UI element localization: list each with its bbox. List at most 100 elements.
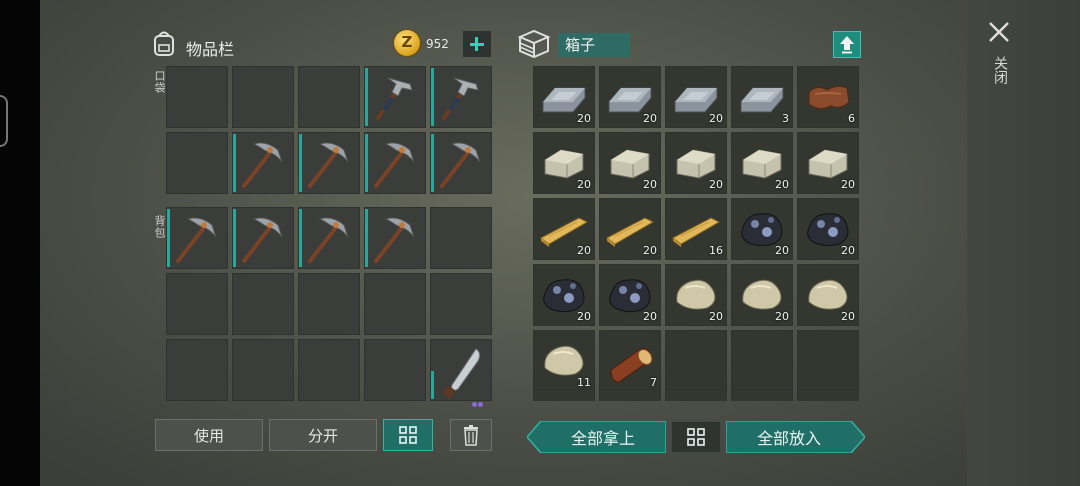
item-quantity: 3 [782,112,789,125]
backpack-icon [154,31,174,56]
chest.slots-slot[interactable]: 7 [599,330,661,392]
chest-icon [517,29,551,59]
chest.slots-slot[interactable] [731,330,793,392]
use-button[interactable]: 使用 [155,419,263,451]
inventory.backpack_slots-slot[interactable] [364,339,426,401]
hammer-icon [442,77,479,120]
pickaxe-icon [308,217,349,263]
chest.slots-slot[interactable]: 20 [599,198,661,260]
chest.slots-slot[interactable]: 20 [797,264,859,326]
inventory.backpack_slots-slot[interactable] [232,339,294,401]
chest.slots-slot[interactable] [797,330,859,392]
split-button[interactable]: 分开 [269,419,377,451]
inventory-title: 物品栏 [186,40,235,59]
sort-chest-button[interactable] [671,421,721,453]
inventory.pocket_slots-slot[interactable] [364,66,426,128]
chest.slots-slot[interactable]: 20 [665,132,727,194]
close-icon[interactable] [985,18,1013,46]
chest.slots-slot[interactable]: 20 [665,66,727,128]
put-all-label[interactable]: 全部放入 [726,421,852,453]
right-side-panel [967,0,1080,486]
coin-count: 952 [426,37,449,51]
inventory.backpack_slots-slot[interactable] [430,339,492,407]
inventory.backpack_slots-slot[interactable] [430,207,492,269]
chest.slots-slot[interactable]: 20 [599,132,661,194]
chest.slots-slot[interactable]: 11 [533,330,595,392]
item-quantity: 20 [643,178,657,191]
inventory.pocket_slots-slot[interactable] [430,66,492,128]
inventory.pocket_slots-slot[interactable] [232,66,294,128]
chest.slots-slot[interactable]: 20 [599,264,661,326]
pickaxe-icon [242,142,283,188]
durability-bar [167,209,170,267]
chest.slots-slot[interactable]: 20 [665,264,727,326]
chest.slots-slot[interactable]: 20 [533,66,595,128]
chest.slots-slot[interactable]: 3 [731,66,793,128]
chest.slots-slot[interactable] [665,330,727,392]
item-quantity: 20 [577,112,591,125]
item-quantity: 20 [775,178,789,191]
chest.slots-slot[interactable]: 20 [533,264,595,326]
pickaxe-icon [440,142,481,188]
chest.slots-slot[interactable]: 20 [797,132,859,194]
take-all-label[interactable]: 全部拿上 [540,421,666,453]
chest.slots-slot[interactable]: 20 [599,66,661,128]
device-left-bezel [0,0,40,486]
chest.slots-slot[interactable]: 20 [533,198,595,260]
item-quantity: 7 [650,376,657,389]
inventory.pocket_slots-slot[interactable] [232,132,294,194]
inventory.backpack_slots-slot[interactable] [232,207,294,269]
inventory.backpack_slots-slot[interactable] [298,273,360,335]
inventory.backpack_slots-slot[interactable] [232,273,294,335]
chest.slots-slot[interactable]: 20 [731,132,793,194]
inventory.backpack_slots-slot[interactable] [298,207,360,269]
grid-icon [687,428,705,446]
durability-bar [233,134,236,192]
inventory.pocket_slots-slot[interactable] [298,132,360,194]
close-label[interactable]: 关闭 [990,56,1008,84]
chest.slots-slot[interactable]: 6 [797,66,859,128]
item-quantity: 20 [841,310,855,323]
add-coins-button[interactable] [463,31,491,57]
inventory.pocket_slots-slot[interactable] [364,132,426,194]
inventory.backpack_slots-slot[interactable] [364,273,426,335]
upload-button[interactable] [834,32,860,57]
inventory.backpack_slots-slot[interactable] [298,339,360,401]
chest.slots-slot[interactable]: 20 [797,198,859,260]
inventory.backpack_slots-slot[interactable] [166,207,228,269]
sort-inventory-button[interactable] [383,419,433,451]
durability-bar [299,209,302,267]
durability-bar [431,371,434,399]
inventory.backpack_slots-slot[interactable] [166,339,228,401]
inventory.pocket_slots-slot[interactable] [166,132,228,194]
chest-grid: 20 20 20 3 6 20 20 20 20 20 20 20 16 20 20 20 20 20 20 20 11… [533,66,859,392]
item-quantity: 20 [775,310,789,323]
item-quantity: 20 [643,112,657,125]
item-quantity: 20 [643,310,657,323]
inventory.pocket_slots-slot[interactable] [298,66,360,128]
durability-bar [233,209,236,267]
item-quantity: 20 [577,178,591,191]
trash-icon [464,425,478,446]
grid-icon [399,426,417,444]
hammer-icon [376,77,413,120]
durability-bar [365,68,368,126]
pickaxe-icon [374,142,415,188]
chest-grid-overflow [533,389,859,401]
inventory.backpack_slots-slot[interactable] [430,273,492,335]
inventory.backpack_slots-slot[interactable] [166,273,228,335]
inventory.pocket_slots-slot[interactable] [430,132,492,194]
coin-icon: Z [394,30,420,56]
rarity-dots [471,392,489,407]
chest.slots-slot[interactable]: 20 [533,132,595,194]
chest.slots-slot[interactable]: 16 [665,198,727,260]
item-quantity: 20 [775,244,789,257]
chest.slots-slot[interactable]: 20 [731,264,793,326]
durability-bar [365,134,368,192]
delete-button[interactable] [450,419,492,451]
item-quantity: 20 [643,244,657,257]
inventory.pocket_slots-slot[interactable] [166,66,228,128]
inventory.backpack_slots-slot[interactable] [364,207,426,269]
chest.slots-slot[interactable]: 20 [731,198,793,260]
item-quantity: 20 [841,178,855,191]
